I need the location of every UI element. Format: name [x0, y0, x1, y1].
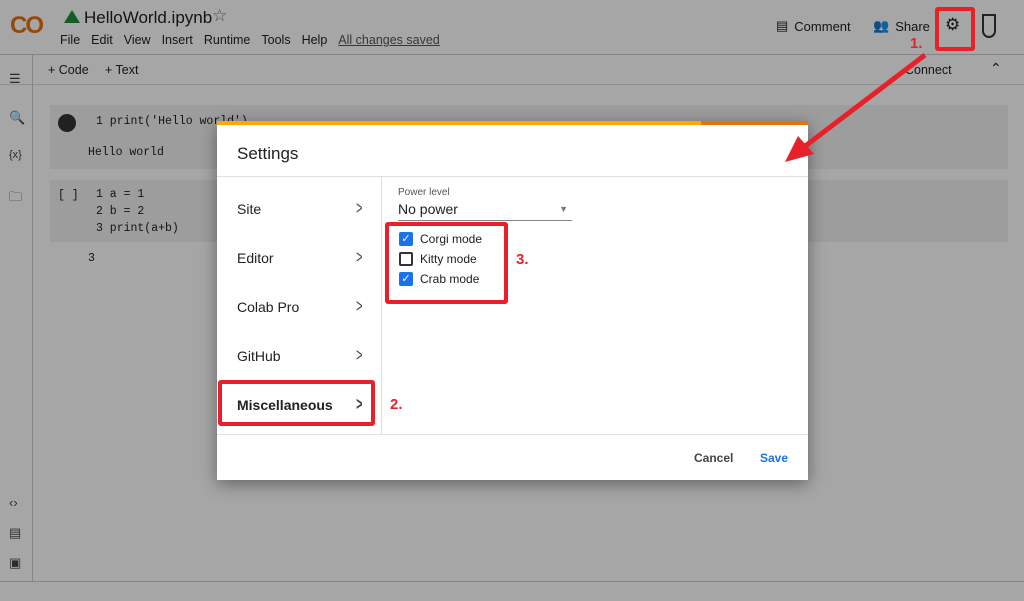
annotation-arrow	[785, 53, 927, 162]
